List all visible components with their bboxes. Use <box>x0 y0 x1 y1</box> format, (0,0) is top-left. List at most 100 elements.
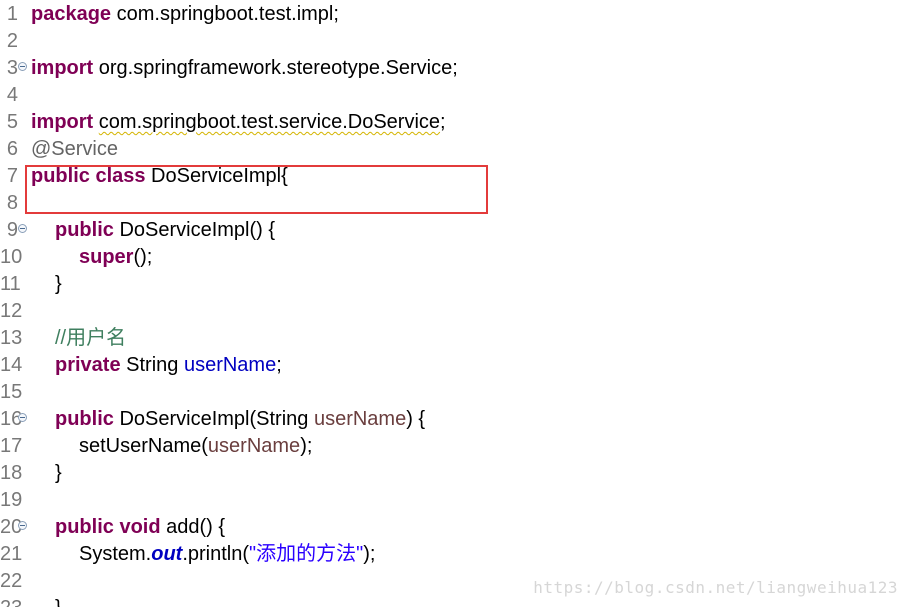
line-number: 17 <box>0 435 23 457</box>
code-token: ; <box>440 111 446 133</box>
code-line[interactable]: 19 <box>0 487 910 514</box>
code-token: DoServiceImpl{ <box>145 165 288 187</box>
watermark: https://blog.csdn.net/liangweihua123 <box>533 578 898 597</box>
fold-toggle-icon[interactable] <box>18 413 27 422</box>
code-token: com.springboot.test.service.DoService <box>98 111 441 133</box>
line-number: 16 <box>0 408 23 430</box>
code-token: out <box>151 543 183 565</box>
code-token: ); <box>300 435 313 457</box>
line-number: 21 <box>0 543 23 565</box>
code-token: } <box>55 462 62 484</box>
code-token: public <box>55 408 114 430</box>
code-token: ); <box>363 543 376 565</box>
code-text: System.out.println("添加的方法"); <box>79 541 375 568</box>
code-token: org.springframework.stereotype.Service; <box>93 57 458 79</box>
fold-toggle-icon[interactable] <box>18 521 27 530</box>
code-line[interactable]: 14 private String userName; <box>0 352 910 379</box>
code-token: public class <box>31 165 146 187</box>
line-number: 4 <box>6 84 18 106</box>
code-line[interactable]: 4 <box>0 82 910 109</box>
code-line[interactable]: 16 public DoServiceImpl(String userName) … <box>0 406 910 433</box>
code-text: private String userName; <box>55 352 282 379</box>
code-line[interactable]: 5 import com.springboot.test.service.DoSe… <box>0 109 910 136</box>
code-token: (); <box>133 246 153 268</box>
code-line[interactable]: 3 import org.springframework.stereotype.S… <box>0 55 910 82</box>
line-number: 9 <box>6 219 18 241</box>
code-line[interactable]: 13 //用户名 <box>0 325 910 352</box>
line-number: 3 <box>6 57 18 79</box>
code-token: super <box>79 246 134 268</box>
line-number: 5 <box>6 111 18 133</box>
code-text: //用户名 <box>55 325 126 352</box>
code-token: System. <box>79 543 152 565</box>
code-token: userName <box>183 354 277 376</box>
line-number: 6 <box>6 138 18 160</box>
line-number: 20 <box>0 516 23 538</box>
code-text: public void add() { <box>55 514 225 541</box>
code-text: import org.springframework.stereotype.Se… <box>31 55 458 82</box>
line-number: 1 <box>6 3 18 25</box>
code-line[interactable]: 18} <box>0 460 910 487</box>
code-token: setUserName( <box>79 435 208 457</box>
code-text: setUserName(userName); <box>79 433 312 460</box>
line-number: 14 <box>0 354 23 376</box>
code-line[interactable]: 9 public DoServiceImpl() { <box>0 217 910 244</box>
code-token: ; <box>276 354 282 376</box>
code-token: public <box>55 219 114 241</box>
line-number: 23 <box>0 595 22 607</box>
line-number: 7 <box>6 165 18 187</box>
code-token: add() { <box>160 516 226 538</box>
code-line[interactable]: 10 super(); <box>0 244 910 271</box>
code-line[interactable]: 7 public class DoServiceImpl{ <box>0 163 910 190</box>
code-token: .println( <box>182 543 250 565</box>
code-token: } <box>55 273 62 295</box>
code-token: public void <box>55 516 161 538</box>
line-number: 2 <box>6 30 18 52</box>
code-line[interactable]: 6 @Service <box>0 136 910 163</box>
line-number: 22 <box>0 570 23 592</box>
code-text: super(); <box>79 244 152 271</box>
code-line[interactable]: 20 public void add() { <box>0 514 910 541</box>
code-token: } <box>55 597 62 607</box>
code-text: } <box>55 460 62 487</box>
code-token: DoServiceImpl() { <box>113 219 276 241</box>
code-line[interactable]: 1 package com.springboot.test.impl; <box>0 1 910 28</box>
code-line[interactable]: 12 <box>0 298 910 325</box>
code-line[interactable]: 8 <box>0 190 910 217</box>
line-number: 8 <box>6 192 18 214</box>
code-token: private <box>55 354 121 376</box>
code-line[interactable]: 11} <box>0 271 910 298</box>
code-text: import com.springboot.test.service.DoSer… <box>31 109 446 136</box>
line-number: 18 <box>0 462 23 484</box>
code-token: ) { <box>406 408 426 430</box>
code-text: } <box>55 595 62 607</box>
code-token: //用户名 <box>55 327 127 349</box>
code-text: public DoServiceImpl() { <box>55 217 275 244</box>
code-token: userName <box>207 435 301 457</box>
code-line[interactable]: 2 <box>0 28 910 55</box>
line-number: 13 <box>0 327 23 349</box>
code-token: import <box>31 57 94 79</box>
fold-toggle-icon[interactable] <box>18 62 27 71</box>
code-text: package com.springboot.test.impl; <box>31 1 339 28</box>
code-token: String <box>120 354 184 376</box>
line-number: 15 <box>0 381 23 403</box>
code-line[interactable]: 21 System.out.println("添加的方法"); <box>0 541 910 568</box>
code-token: userName <box>313 408 407 430</box>
code-line[interactable]: 15 <box>0 379 910 406</box>
code-token: package <box>31 3 112 25</box>
line-number: 10 <box>0 246 23 268</box>
line-number: 11 <box>0 273 21 295</box>
code-token: import <box>31 111 94 133</box>
fold-toggle-icon[interactable] <box>18 224 27 233</box>
code-token: @Service <box>31 138 118 160</box>
code-line[interactable]: 17 setUserName(userName); <box>0 433 910 460</box>
code-editor[interactable]: 1 package com.springboot.test.impl; 2 3 impo… <box>0 0 910 607</box>
code-token: com.springboot.test.impl; <box>111 3 339 25</box>
code-text: public class DoServiceImpl{ <box>31 163 288 190</box>
code-token: DoServiceImpl(String <box>113 408 314 430</box>
code-token: "添加的方法" <box>249 543 364 565</box>
line-number: 19 <box>0 489 23 511</box>
line-number: 12 <box>0 300 23 322</box>
code-text: public DoServiceImpl(String userName) { <box>55 406 425 433</box>
